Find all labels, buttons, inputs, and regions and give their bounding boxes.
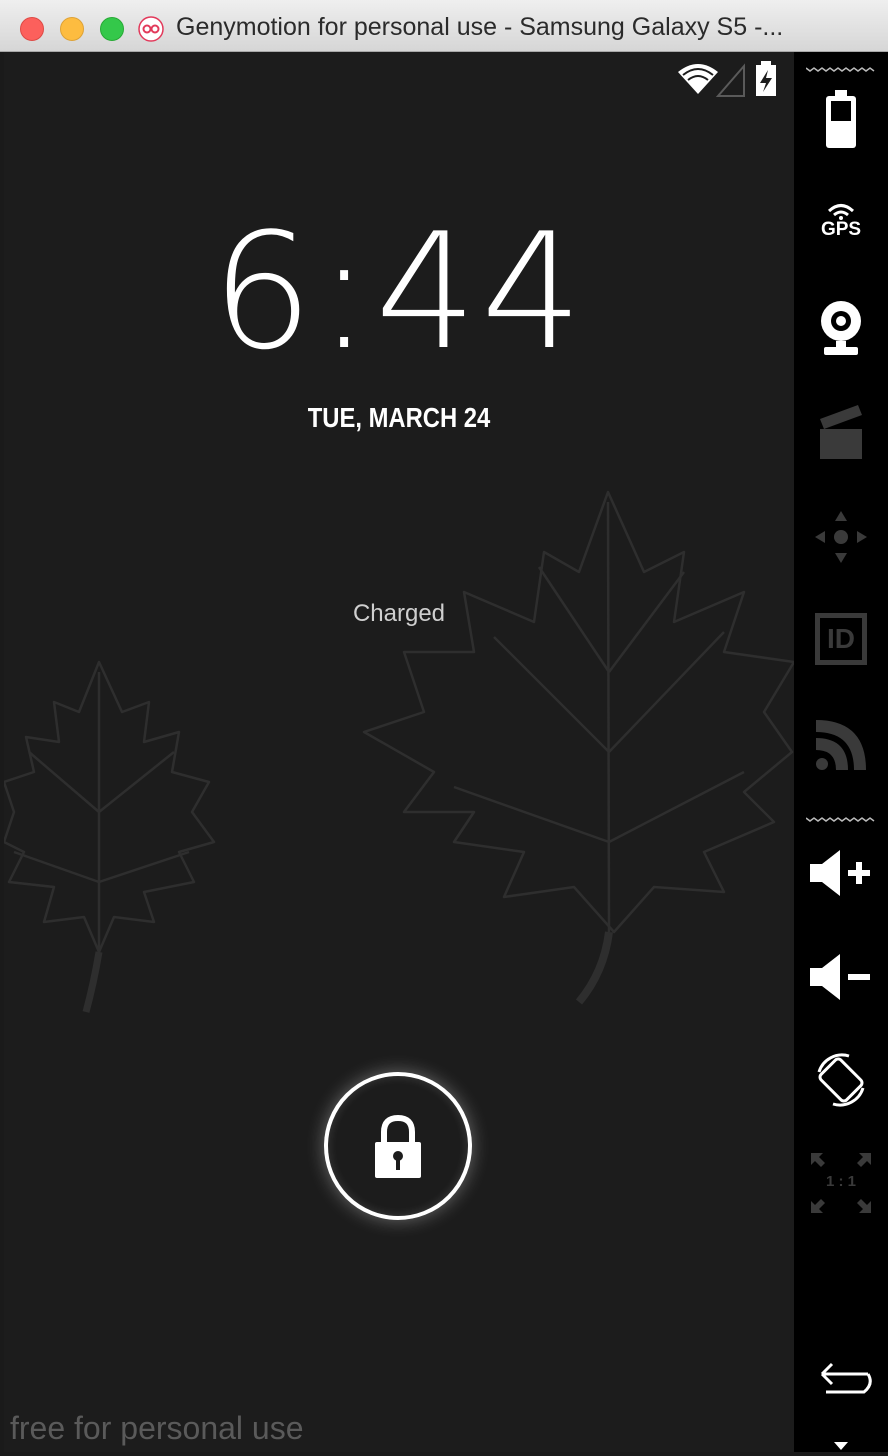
- lockscreen-date: TUE, MARCH 24: [307, 402, 491, 433]
- dpad-tool-button[interactable]: [794, 504, 888, 570]
- dpad-icon: [815, 511, 867, 563]
- webcam-tool-button[interactable]: [794, 296, 888, 362]
- clapperboard-icon: [820, 405, 862, 459]
- free-personal-use-watermark: free for personal use: [10, 1410, 304, 1446]
- rss-icon: [816, 720, 866, 770]
- more-toolbar-button[interactable]: [794, 1436, 888, 1456]
- battery-tool-button[interactable]: [794, 86, 888, 152]
- webcam-icon: [821, 301, 861, 355]
- gps-tool-button[interactable]: GPS: [794, 192, 888, 250]
- wifi-icon: [678, 64, 718, 94]
- volume-down-button[interactable]: [794, 944, 888, 1010]
- volume-up-icon: [810, 850, 870, 896]
- pixel-perfect-icon: 1 : 1: [809, 1151, 873, 1215]
- battery-icon: [826, 90, 856, 148]
- rotate-button[interactable]: [794, 1042, 888, 1118]
- lockscreen-clock: 6:44: [211, 198, 587, 385]
- back-button[interactable]: [794, 1348, 888, 1408]
- genymotion-toolbar: GPS ID 1: 1: [794, 52, 888, 1452]
- toolbar-grip-middle[interactable]: [806, 816, 876, 822]
- device-id-tool-button[interactable]: ID: [794, 606, 888, 672]
- minimize-window-button[interactable]: [60, 17, 84, 41]
- volume-up-button[interactable]: [794, 840, 888, 906]
- close-window-button[interactable]: [20, 17, 44, 41]
- window-title: Genymotion for personal use - Samsung Ga…: [176, 13, 784, 41]
- back-icon: [820, 1362, 872, 1394]
- screencast-tool-button[interactable]: [794, 398, 888, 464]
- battery-charging-icon: [756, 61, 776, 96]
- signal-icon: [715, 63, 745, 97]
- status-bar: [678, 61, 776, 97]
- gps-icon: [827, 204, 855, 220]
- device-screen[interactable]: 6:44 TUE, MARCH 24 Charged free for pers…: [4, 52, 794, 1452]
- pixel-perfect-label: 1 : 1: [825, 1173, 856, 1190]
- id-icon: ID: [815, 613, 867, 665]
- rotate-icon: [817, 1053, 865, 1107]
- more-icon: [834, 1442, 848, 1450]
- pixel-perfect-button[interactable]: 1 : 1: [794, 1148, 888, 1218]
- maximize-window-button[interactable]: [100, 17, 124, 41]
- lock-icon: [375, 1114, 421, 1178]
- volume-down-icon: [810, 954, 870, 1000]
- network-tool-button[interactable]: [794, 712, 888, 778]
- battery-status-text: Charged: [352, 600, 446, 627]
- toolbar-grip-top[interactable]: [806, 66, 876, 72]
- window-titlebar: Genymotion for personal use - Samsung Ga…: [0, 0, 888, 52]
- unlock-button[interactable]: [324, 1072, 472, 1220]
- genymotion-logo-icon: [138, 16, 164, 42]
- gps-label: GPS: [820, 219, 862, 240]
